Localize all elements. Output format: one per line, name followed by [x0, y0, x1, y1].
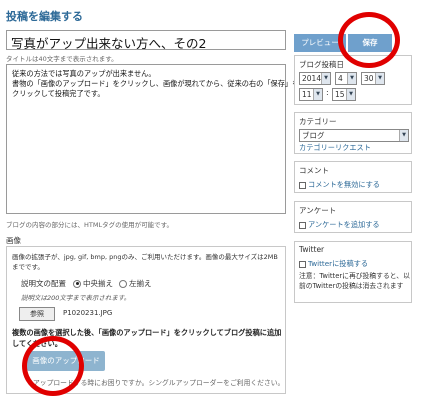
body-line: 従来の方法では写真のアップが出来ません。 [12, 69, 156, 78]
align-left-label: 左揃え [129, 279, 152, 288]
highlight-circle-save [338, 12, 400, 68]
twitter-panel: Twitter Twitterに投稿する 注意：Twitterに再び投稿すると、… [294, 241, 412, 303]
align-left-radio[interactable]: 左揃え [119, 278, 152, 289]
category-value: ブログ [302, 131, 325, 140]
checkbox-icon [299, 260, 306, 268]
chevron-down-icon: ▼ [321, 73, 330, 84]
time-separator: : [326, 88, 329, 97]
image-section-label: 画像 [6, 236, 21, 245]
body-line: 書物の「画像のアップロード」をクリックし、画像が現れてから、従来の右の「保存」を [12, 79, 300, 88]
caption-align-label: 説明文の配置 [21, 279, 66, 288]
radio-checked-icon [73, 279, 81, 288]
hour-select[interactable]: 11 ▼ [299, 88, 323, 101]
month-value: 4 [338, 74, 343, 83]
day-value: 30 [364, 74, 374, 83]
post-to-twitter-label: Twitterに投稿する [308, 259, 369, 268]
year-value: 2014 [302, 74, 322, 83]
chevron-down-icon: ▼ [313, 89, 322, 100]
title-input[interactable]: 写真がアップ出来ない方へ、その2 [6, 30, 286, 50]
body-textarea[interactable]: 従来の方法では写真のアップが出来ません。 書物の「画像のアップロード」をクリック… [6, 64, 300, 214]
body-line: クリックして投稿完了です。 [12, 89, 105, 98]
post-date-title: ブログ投稿日 [299, 60, 344, 69]
image-format-note: 画像の拡張子が、jpg, gif, bmp, pngのみ、ご利用いただけます。画… [12, 253, 278, 271]
selected-file-name: P1020231.JPG [63, 309, 113, 317]
hour-value: 11 [302, 90, 312, 99]
minute-value: 15 [335, 90, 345, 99]
survey-title: アンケート [299, 206, 337, 215]
title-note: タイトルは40文字まで表示されます。 [6, 55, 118, 63]
category-request-link[interactable]: カテゴリーリクエスト [299, 143, 371, 153]
twitter-note: 注意：Twitterに再び投稿すると、以前のTwitterの投稿は消去されます [299, 272, 410, 290]
caption-note: 説明文は200文字まで表示されます。 [21, 294, 131, 302]
chevron-down-icon: ▼ [347, 73, 356, 84]
browse-button[interactable]: 参照 [19, 307, 55, 321]
align-center-radio[interactable]: 中央揃え [73, 278, 113, 289]
comment-title: コメント [299, 166, 329, 175]
year-select[interactable]: 2014 ▼ [299, 72, 331, 85]
highlight-circle-upload [22, 336, 84, 396]
page-title: 投稿を編集する [6, 10, 83, 23]
month-select[interactable]: 4 ▼ [335, 72, 357, 85]
minute-select[interactable]: 15 ▼ [332, 88, 356, 101]
disable-comments-checkbox[interactable]: コメントを無効にする [299, 180, 380, 190]
checkbox-icon [299, 181, 306, 189]
checkbox-icon [299, 221, 306, 229]
category-select[interactable]: ブログ ▼ [299, 129, 409, 142]
survey-panel: アンケート アンケートを追加する [294, 201, 412, 233]
add-survey-label: アンケートを追加する [308, 220, 380, 229]
twitter-title: Twitter [299, 245, 325, 254]
day-select[interactable]: 30 ▼ [361, 72, 385, 85]
category-title: カテゴリー [299, 117, 337, 126]
add-survey-checkbox[interactable]: アンケートを追加する [299, 220, 380, 230]
category-panel: カテゴリー ブログ ▼ カテゴリーリクエスト [294, 112, 412, 154]
chevron-down-icon: ▼ [346, 89, 355, 100]
comment-panel: コメント コメントを無効にする [294, 161, 412, 193]
post-to-twitter-checkbox[interactable]: Twitterに投稿する [299, 259, 368, 269]
radio-unchecked-icon [119, 279, 127, 288]
align-center-label: 中央揃え [83, 279, 113, 288]
disable-comments-label: コメントを無効にする [308, 180, 380, 189]
chevron-down-icon: ▼ [375, 73, 384, 84]
chevron-down-icon: ▼ [399, 130, 408, 141]
body-note: ブログの内容の部分には、HTMLタグの使用が可能です。 [6, 221, 173, 229]
